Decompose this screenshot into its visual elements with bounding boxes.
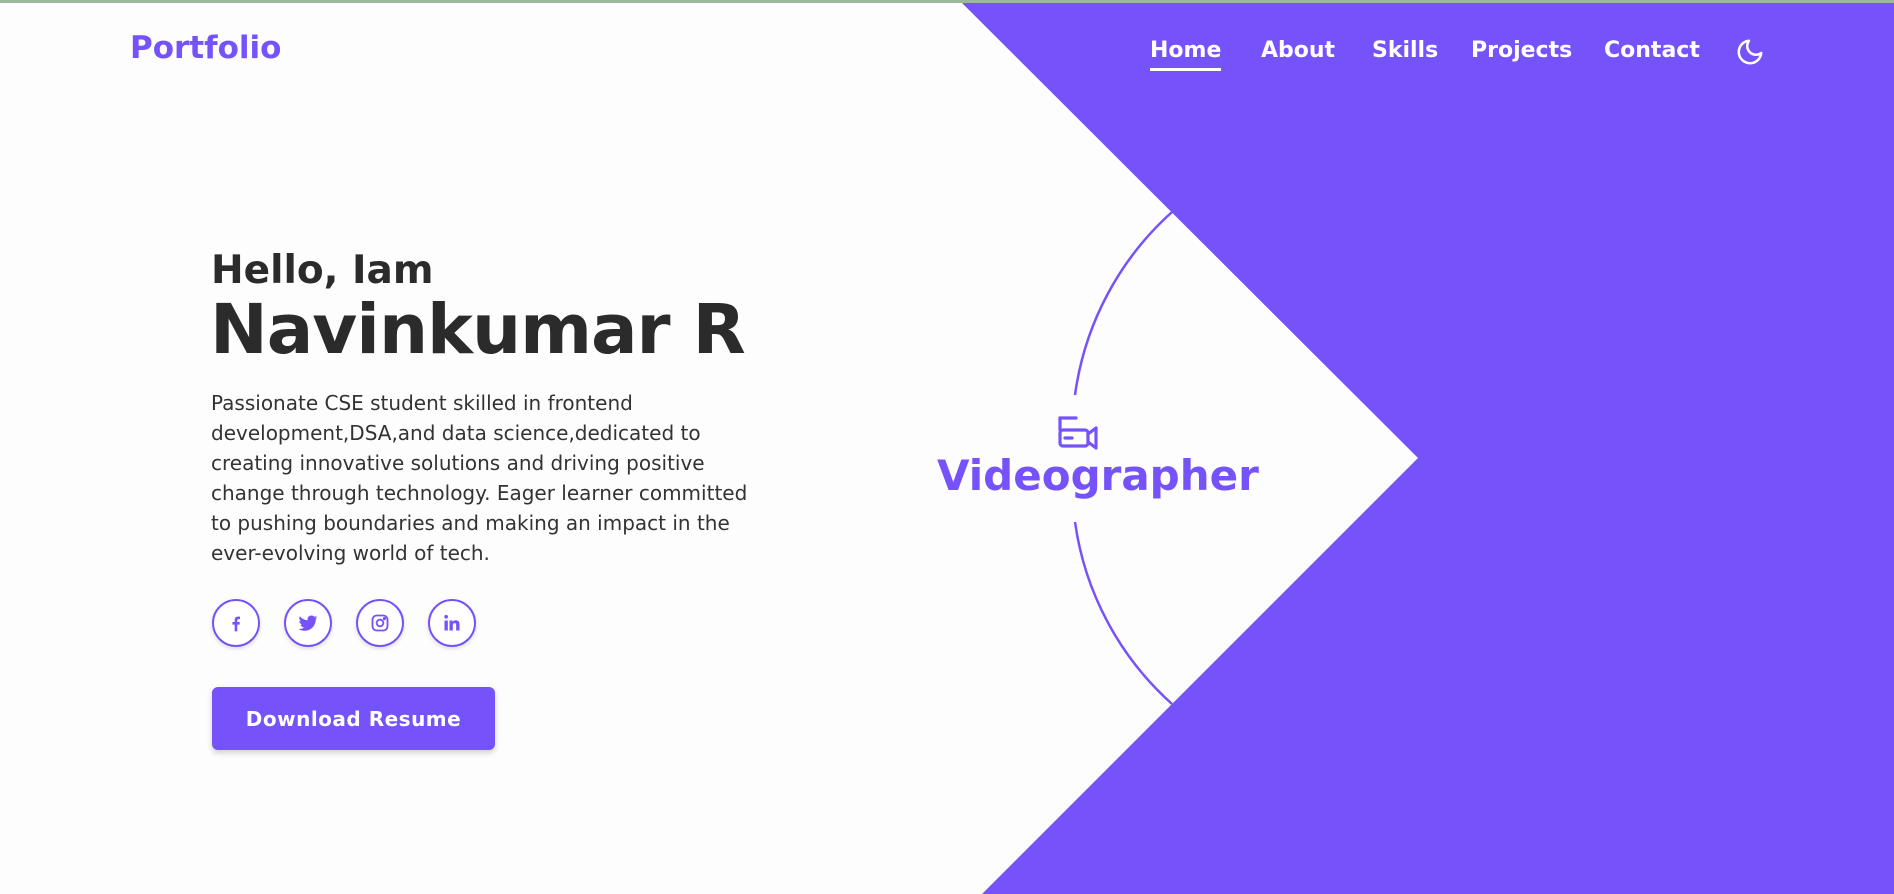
arc-top (1073, 211, 1173, 396)
nav-projects[interactable]: Projects (1471, 38, 1572, 63)
logo[interactable]: Portfolio (130, 30, 281, 66)
arc-bottom (1073, 521, 1173, 705)
instagram-icon[interactable] (356, 599, 404, 647)
purple-chevron-shape (962, 3, 1894, 894)
linkedin-icon[interactable] (428, 599, 476, 647)
nav-home[interactable]: Home (1150, 38, 1222, 71)
role-text: Videographer (937, 451, 1259, 500)
download-resume-button[interactable]: Download Resume (212, 687, 495, 750)
twitter-icon[interactable] (284, 599, 332, 647)
nav-contact[interactable]: Contact (1604, 38, 1700, 63)
navbar: Portfolio Home About Skills Projects Con… (0, 0, 1894, 100)
hero-description: Passionate CSE student skilled in fronte… (211, 391, 748, 565)
video-camera-icon (1056, 412, 1100, 454)
facebook-icon[interactable] (212, 599, 260, 647)
hero-greeting: Hello, Iam (211, 248, 434, 293)
hero-name: Navinkumar R (210, 290, 746, 370)
nav-about[interactable]: About (1261, 38, 1335, 63)
moon-icon[interactable] (1735, 37, 1765, 71)
nav-skills[interactable]: Skills (1372, 38, 1438, 63)
